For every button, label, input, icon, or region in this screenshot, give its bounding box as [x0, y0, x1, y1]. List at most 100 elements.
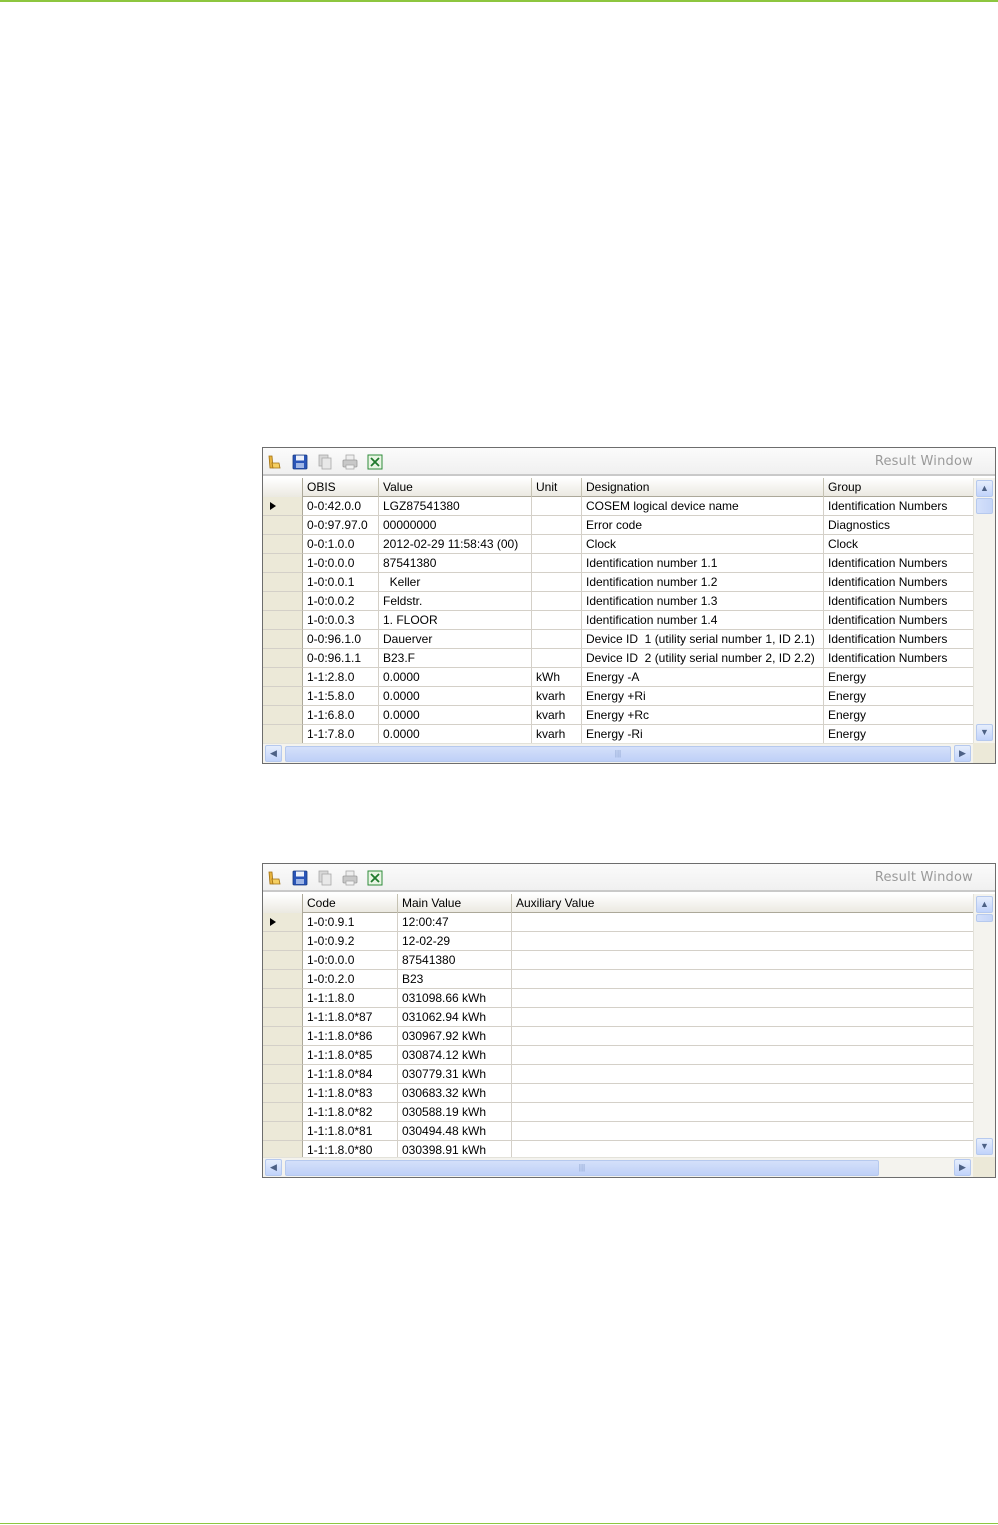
table-row[interactable]: 1-1:1.8.0*84 030779.31 kWh: [263, 1065, 973, 1084]
group-cell[interactable]: Identification Numbers: [824, 611, 973, 630]
value-cell[interactable]: 1. FLOOR: [379, 611, 532, 630]
unit-cell[interactable]: [532, 535, 582, 554]
open-folder-icon[interactable]: [267, 870, 283, 886]
row-header[interactable]: [263, 687, 303, 706]
column-header-designation[interactable]: Designation: [582, 478, 824, 497]
group-cell[interactable]: Energy: [824, 668, 973, 687]
print-icon[interactable]: [342, 870, 358, 886]
table-row[interactable]: 1-0:0.2.0 B23: [263, 970, 973, 989]
column-header-group[interactable]: Group: [824, 478, 973, 497]
row-header[interactable]: [263, 1065, 303, 1084]
group-cell[interactable]: Clock: [824, 535, 973, 554]
save-icon[interactable]: [292, 870, 308, 886]
table-row[interactable]: 1-0:0.9.1 12:00:47: [263, 913, 973, 932]
value-cell[interactable]: 0.0000: [379, 687, 532, 706]
vertical-scrollbar[interactable]: ▲ ▼: [973, 894, 995, 1158]
unit-cell[interactable]: [532, 516, 582, 535]
table-row[interactable]: 1-1:1.8.0*85 030874.12 kWh: [263, 1046, 973, 1065]
table-row[interactable]: 0-0:1.0.0 2012-02-29 11:58:43 (00) Clock Cl…: [263, 535, 973, 554]
code-cell[interactable]: 1-0:0.9.1: [303, 913, 398, 932]
scroll-left-button[interactable]: ◀: [265, 1159, 282, 1176]
obis-cell[interactable]: 1-0:0.0.3: [303, 611, 379, 630]
designation-cell[interactable]: Identification number 1.4: [582, 611, 824, 630]
column-header-unit[interactable]: Unit: [532, 478, 582, 497]
table-row[interactable]: 0-0:42.0.0 LGZ87541380 COSEM logical devic…: [263, 497, 973, 516]
main-value-cell[interactable]: 031062.94 kWh: [398, 1008, 512, 1027]
designation-cell[interactable]: Error code: [582, 516, 824, 535]
value-cell[interactable]: LGZ87541380: [379, 497, 532, 516]
group-cell[interactable]: Identification Numbers: [824, 573, 973, 592]
scroll-up-button[interactable]: ▲: [976, 896, 993, 913]
auxiliary-value-cell[interactable]: [512, 1122, 973, 1141]
unit-cell[interactable]: kvarh: [532, 725, 582, 744]
table-row[interactable]: 1-1:1.8.0*82 030588.19 kWh: [263, 1103, 973, 1122]
designation-cell[interactable]: Energy +Rc: [582, 706, 824, 725]
row-header[interactable]: [263, 1103, 303, 1122]
scroll-down-button[interactable]: ▼: [976, 724, 993, 741]
group-cell[interactable]: Identification Numbers: [824, 630, 973, 649]
auxiliary-value-cell[interactable]: [512, 1084, 973, 1103]
unit-cell[interactable]: [532, 649, 582, 668]
group-cell[interactable]: Identification Numbers: [824, 497, 973, 516]
table-row[interactable]: 1-0:0.0.0 87541380: [263, 951, 973, 970]
value-cell[interactable]: 87541380: [379, 554, 532, 573]
main-value-cell[interactable]: 030967.92 kWh: [398, 1027, 512, 1046]
row-header[interactable]: [263, 668, 303, 687]
row-header[interactable]: [263, 1046, 303, 1065]
main-value-cell[interactable]: 030588.19 kWh: [398, 1103, 512, 1122]
obis-cell[interactable]: 0-0:96.1.0: [303, 630, 379, 649]
scroll-right-button[interactable]: ▶: [954, 1159, 971, 1176]
value-cell[interactable]: 00000000: [379, 516, 532, 535]
main-value-cell[interactable]: 87541380: [398, 951, 512, 970]
row-header[interactable]: [263, 913, 303, 932]
auxiliary-value-cell[interactable]: [512, 970, 973, 989]
value-cell[interactable]: Keller: [379, 573, 532, 592]
scroll-thumb[interactable]: [976, 914, 993, 922]
row-header[interactable]: [263, 535, 303, 554]
horizontal-scrollbar[interactable]: ◀ ||| ▶: [263, 1157, 973, 1177]
excel-export-icon[interactable]: [367, 870, 383, 886]
column-header-value[interactable]: Value: [379, 478, 532, 497]
group-cell[interactable]: Energy: [824, 706, 973, 725]
obis-cell[interactable]: 1-0:0.0.1: [303, 573, 379, 592]
table-row[interactable]: 0-0:96.1.1 B23.F Device ID 2 (utility seri…: [263, 649, 973, 668]
row-header[interactable]: [263, 725, 303, 744]
designation-cell[interactable]: Energy -Ri: [582, 725, 824, 744]
table-row[interactable]: 0-0:97.97.0 00000000 Error code Diagnostics: [263, 516, 973, 535]
code-cell[interactable]: 1-1:1.8.0*83: [303, 1084, 398, 1103]
designation-cell[interactable]: Identification number 1.1: [582, 554, 824, 573]
unit-cell[interactable]: kvarh: [532, 706, 582, 725]
obis-cell[interactable]: 1-1:6.8.0: [303, 706, 379, 725]
table-row[interactable]: 1-1:1.8.0*83 030683.32 kWh: [263, 1084, 973, 1103]
auxiliary-value-cell[interactable]: [512, 1103, 973, 1122]
horizontal-scrollbar[interactable]: ◀ ||| ▶: [263, 743, 973, 763]
main-value-cell[interactable]: 030494.48 kWh: [398, 1122, 512, 1141]
print-icon[interactable]: [342, 454, 358, 470]
code-cell[interactable]: 1-1:1.8.0*87: [303, 1008, 398, 1027]
code-cell[interactable]: 1-1:1.8.0*81: [303, 1122, 398, 1141]
row-header[interactable]: [263, 932, 303, 951]
designation-cell[interactable]: Identification number 1.3: [582, 592, 824, 611]
table-row[interactable]: 1-0:0.0.1 Keller Identification number 1.…: [263, 573, 973, 592]
row-header[interactable]: [263, 1084, 303, 1103]
row-header[interactable]: [263, 1027, 303, 1046]
column-header-auxiliary-value[interactable]: Auxiliary Value: [512, 894, 973, 913]
auxiliary-value-cell[interactable]: [512, 1141, 973, 1158]
designation-cell[interactable]: Identification number 1.2: [582, 573, 824, 592]
copy-icon[interactable]: [317, 454, 333, 470]
table-row[interactable]: 1-0:0.0.3 1. FLOOR Identification number 1…: [263, 611, 973, 630]
auxiliary-value-cell[interactable]: [512, 1008, 973, 1027]
excel-export-icon[interactable]: [367, 454, 383, 470]
auxiliary-value-cell[interactable]: [512, 1065, 973, 1084]
unit-cell[interactable]: [532, 497, 582, 516]
table-row[interactable]: 1-1:1.8.0*87 031062.94 kWh: [263, 1008, 973, 1027]
table-row[interactable]: 1-0:0.0.2 Feldstr. Identification number 1…: [263, 592, 973, 611]
table-row[interactable]: 1-1:7.8.0 0.0000 kvarh Energy -Ri Energy: [263, 725, 973, 744]
group-cell[interactable]: Diagnostics: [824, 516, 973, 535]
group-cell[interactable]: Identification Numbers: [824, 649, 973, 668]
table-row[interactable]: 1-0:0.9.2 12-02-29: [263, 932, 973, 951]
column-header-code[interactable]: Code: [303, 894, 398, 913]
designation-cell[interactable]: COSEM logical device name: [582, 497, 824, 516]
obis-cell[interactable]: 1-1:2.8.0: [303, 668, 379, 687]
table-row[interactable]: 1-1:1.8.0*86 030967.92 kWh: [263, 1027, 973, 1046]
